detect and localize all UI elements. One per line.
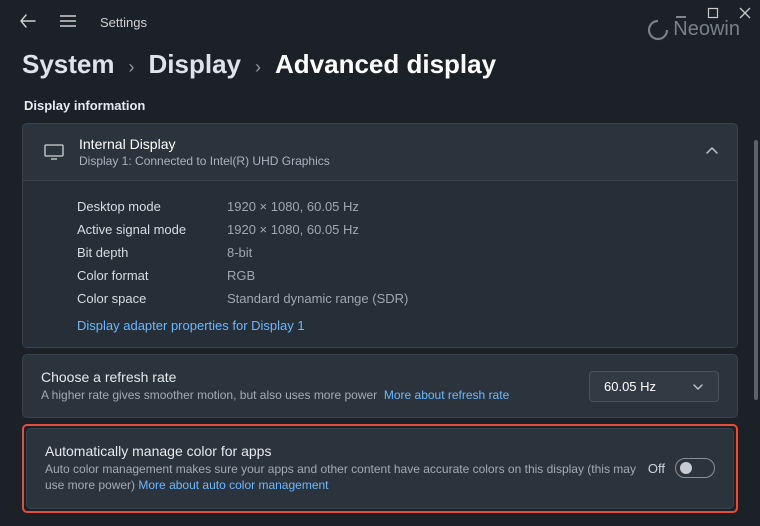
display-card-title: Internal Display: [79, 136, 705, 152]
refresh-rate-link[interactable]: More about refresh rate: [384, 388, 509, 402]
chevron-up-icon: [705, 143, 719, 161]
display-info-card: Internal Display Display 1: Connected to…: [22, 123, 738, 348]
chevron-right-icon: ›: [129, 57, 135, 78]
maximize-button[interactable]: [706, 6, 720, 20]
auto-color-state: Off: [648, 461, 665, 476]
refresh-rate-title: Choose a refresh rate: [41, 369, 589, 385]
refresh-rate-dropdown[interactable]: 60.05 Hz: [589, 371, 719, 402]
chevron-down-icon: [692, 379, 704, 394]
highlight-frame: Automatically manage color for apps Auto…: [22, 424, 738, 512]
refresh-rate-desc: A higher rate gives smoother motion, but…: [41, 387, 589, 403]
breadcrumb-current: Advanced display: [275, 49, 496, 80]
section-header: Display information: [0, 94, 760, 123]
breadcrumb-display[interactable]: Display: [149, 49, 242, 80]
window-title: Settings: [100, 15, 147, 30]
breadcrumb: System › Display › Advanced display: [0, 41, 760, 94]
display-card-subtitle: Display 1: Connected to Intel(R) UHD Gra…: [79, 154, 705, 168]
prop-row: Color spaceStandard dynamic range (SDR): [77, 287, 719, 310]
display-card-header[interactable]: Internal Display Display 1: Connected to…: [23, 124, 737, 180]
prop-row: Active signal mode1920 × 1080, 60.05 Hz: [77, 218, 719, 241]
prop-row: Bit depth8-bit: [77, 241, 719, 264]
auto-color-title: Automatically manage color for apps: [45, 443, 648, 459]
prop-row: Desktop mode1920 × 1080, 60.05 Hz: [77, 195, 719, 218]
auto-color-link[interactable]: More about auto color management: [138, 478, 328, 492]
breadcrumb-system[interactable]: System: [22, 49, 115, 80]
monitor-icon: [41, 144, 67, 160]
scrollbar[interactable]: [754, 140, 758, 400]
hamburger-icon[interactable]: [50, 11, 86, 34]
adapter-properties-link[interactable]: Display adapter properties for Display 1: [77, 318, 719, 333]
chevron-right-icon: ›: [255, 57, 261, 78]
back-button[interactable]: [12, 10, 44, 35]
auto-color-card: Automatically manage color for apps Auto…: [26, 428, 734, 508]
refresh-rate-value: 60.05 Hz: [604, 379, 656, 394]
prop-row: Color formatRGB: [77, 264, 719, 287]
close-button[interactable]: [738, 6, 752, 20]
auto-color-desc: Auto color management makes sure your ap…: [45, 461, 648, 493]
display-card-body: Desktop mode1920 × 1080, 60.05 Hz Active…: [23, 180, 737, 347]
minimize-button[interactable]: [674, 6, 688, 20]
auto-color-toggle[interactable]: [675, 458, 715, 478]
refresh-rate-card: Choose a refresh rate A higher rate give…: [22, 354, 738, 418]
